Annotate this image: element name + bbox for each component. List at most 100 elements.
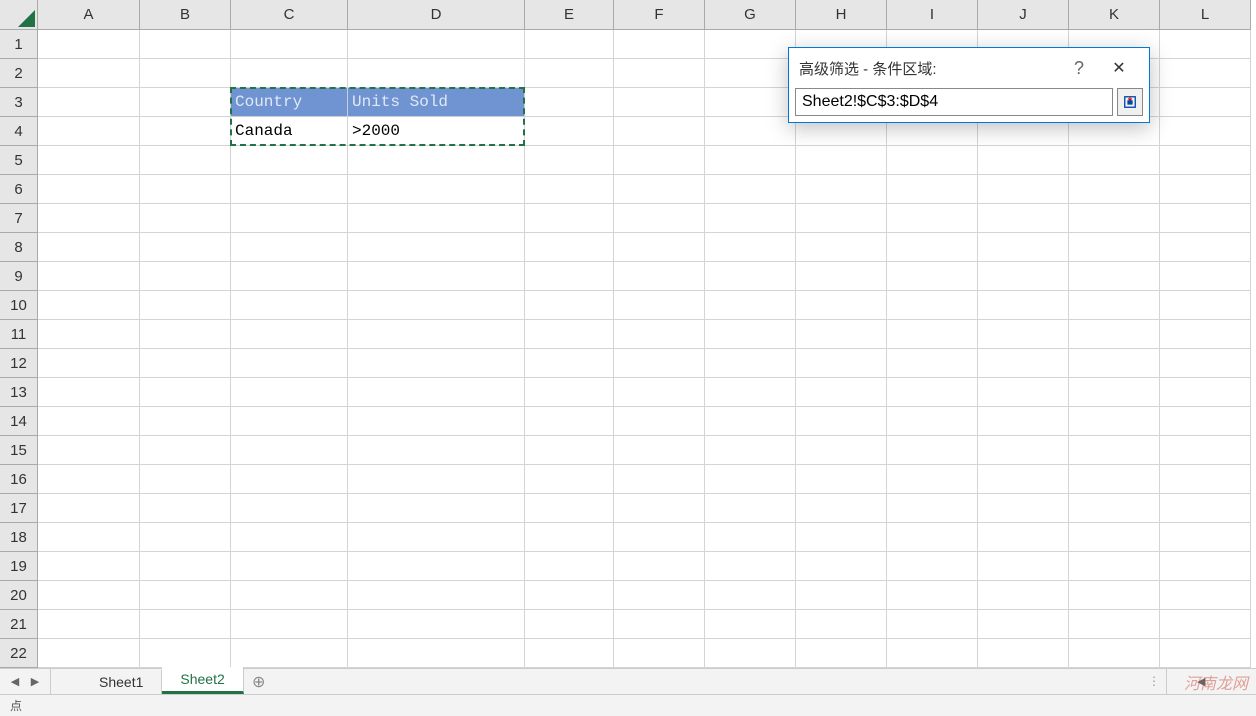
cell-E16[interactable] <box>525 465 614 494</box>
cell-L11[interactable] <box>1160 320 1251 349</box>
cell-A1[interactable] <box>38 30 140 59</box>
cell-B6[interactable] <box>140 175 231 204</box>
cell-D15[interactable] <box>348 436 525 465</box>
cell-J17[interactable] <box>978 494 1069 523</box>
row-header-19[interactable]: 19 <box>0 552 38 581</box>
column-header-F[interactable]: F <box>614 0 705 30</box>
cell-K5[interactable] <box>1069 146 1160 175</box>
cell-H11[interactable] <box>796 320 887 349</box>
cell-A7[interactable] <box>38 204 140 233</box>
cell-B2[interactable] <box>140 59 231 88</box>
cell-F13[interactable] <box>614 378 705 407</box>
cell-G3[interactable] <box>705 88 796 117</box>
cell-F14[interactable] <box>614 407 705 436</box>
cell-F9[interactable] <box>614 262 705 291</box>
cell-J21[interactable] <box>978 610 1069 639</box>
cell-C19[interactable] <box>231 552 348 581</box>
cell-G12[interactable] <box>705 349 796 378</box>
row-header-8[interactable]: 8 <box>0 233 38 262</box>
cell-D18[interactable] <box>348 523 525 552</box>
column-header-H[interactable]: H <box>796 0 887 30</box>
cell-J5[interactable] <box>978 146 1069 175</box>
cell-I6[interactable] <box>887 175 978 204</box>
cell-C6[interactable] <box>231 175 348 204</box>
cell-G19[interactable] <box>705 552 796 581</box>
cell-D12[interactable] <box>348 349 525 378</box>
row-header-9[interactable]: 9 <box>0 262 38 291</box>
cell-C7[interactable] <box>231 204 348 233</box>
cell-G18[interactable] <box>705 523 796 552</box>
cell-J9[interactable] <box>978 262 1069 291</box>
row-header-11[interactable]: 11 <box>0 320 38 349</box>
row-header-18[interactable]: 18 <box>0 523 38 552</box>
cell-E9[interactable] <box>525 262 614 291</box>
cell-C20[interactable] <box>231 581 348 610</box>
cell-G6[interactable] <box>705 175 796 204</box>
help-button[interactable]: ? <box>1059 58 1099 79</box>
cell-H18[interactable] <box>796 523 887 552</box>
cell-H14[interactable] <box>796 407 887 436</box>
cell-E2[interactable] <box>525 59 614 88</box>
cell-K6[interactable] <box>1069 175 1160 204</box>
cell-E8[interactable] <box>525 233 614 262</box>
sheet-tab-sheet2[interactable]: Sheet2 <box>162 667 243 694</box>
cell-F1[interactable] <box>614 30 705 59</box>
cell-E20[interactable] <box>525 581 614 610</box>
cell-I18[interactable] <box>887 523 978 552</box>
tab-splitter-handle[interactable]: ⋮ <box>1148 674 1161 688</box>
cell-B8[interactable] <box>140 233 231 262</box>
cell-G16[interactable] <box>705 465 796 494</box>
cell-B21[interactable] <box>140 610 231 639</box>
cell-G7[interactable] <box>705 204 796 233</box>
cell-H16[interactable] <box>796 465 887 494</box>
cell-F8[interactable] <box>614 233 705 262</box>
cell-L12[interactable] <box>1160 349 1251 378</box>
cell-G5[interactable] <box>705 146 796 175</box>
cell-D4[interactable]: >2000 <box>348 117 525 146</box>
cell-D8[interactable] <box>348 233 525 262</box>
cell-D2[interactable] <box>348 59 525 88</box>
cell-K17[interactable] <box>1069 494 1160 523</box>
cell-I8[interactable] <box>887 233 978 262</box>
column-header-E[interactable]: E <box>525 0 614 30</box>
cell-C15[interactable] <box>231 436 348 465</box>
cell-E15[interactable] <box>525 436 614 465</box>
cell-J18[interactable] <box>978 523 1069 552</box>
cell-F3[interactable] <box>614 88 705 117</box>
cell-A14[interactable] <box>38 407 140 436</box>
row-header-3[interactable]: 3 <box>0 88 38 117</box>
cell-D13[interactable] <box>348 378 525 407</box>
cell-G4[interactable] <box>705 117 796 146</box>
cell-C3[interactable]: Country <box>231 88 348 117</box>
row-header-5[interactable]: 5 <box>0 146 38 175</box>
cell-K15[interactable] <box>1069 436 1160 465</box>
cell-C4[interactable]: Canada <box>231 117 348 146</box>
close-button[interactable]: ✕ <box>1099 58 1139 78</box>
cell-E17[interactable] <box>525 494 614 523</box>
cell-G10[interactable] <box>705 291 796 320</box>
row-header-14[interactable]: 14 <box>0 407 38 436</box>
cell-L16[interactable] <box>1160 465 1251 494</box>
cell-F4[interactable] <box>614 117 705 146</box>
cell-K22[interactable] <box>1069 639 1160 668</box>
cell-J8[interactable] <box>978 233 1069 262</box>
cell-K12[interactable] <box>1069 349 1160 378</box>
cell-F17[interactable] <box>614 494 705 523</box>
cell-G17[interactable] <box>705 494 796 523</box>
cell-A13[interactable] <box>38 378 140 407</box>
cell-H6[interactable] <box>796 175 887 204</box>
row-header-4[interactable]: 4 <box>0 117 38 146</box>
cell-L21[interactable] <box>1160 610 1251 639</box>
cell-A6[interactable] <box>38 175 140 204</box>
cell-E21[interactable] <box>525 610 614 639</box>
cell-J7[interactable] <box>978 204 1069 233</box>
cell-C10[interactable] <box>231 291 348 320</box>
cell-C22[interactable] <box>231 639 348 668</box>
cell-C17[interactable] <box>231 494 348 523</box>
cell-B9[interactable] <box>140 262 231 291</box>
cell-H7[interactable] <box>796 204 887 233</box>
cell-B7[interactable] <box>140 204 231 233</box>
row-header-7[interactable]: 7 <box>0 204 38 233</box>
cell-G9[interactable] <box>705 262 796 291</box>
row-header-2[interactable]: 2 <box>0 59 38 88</box>
